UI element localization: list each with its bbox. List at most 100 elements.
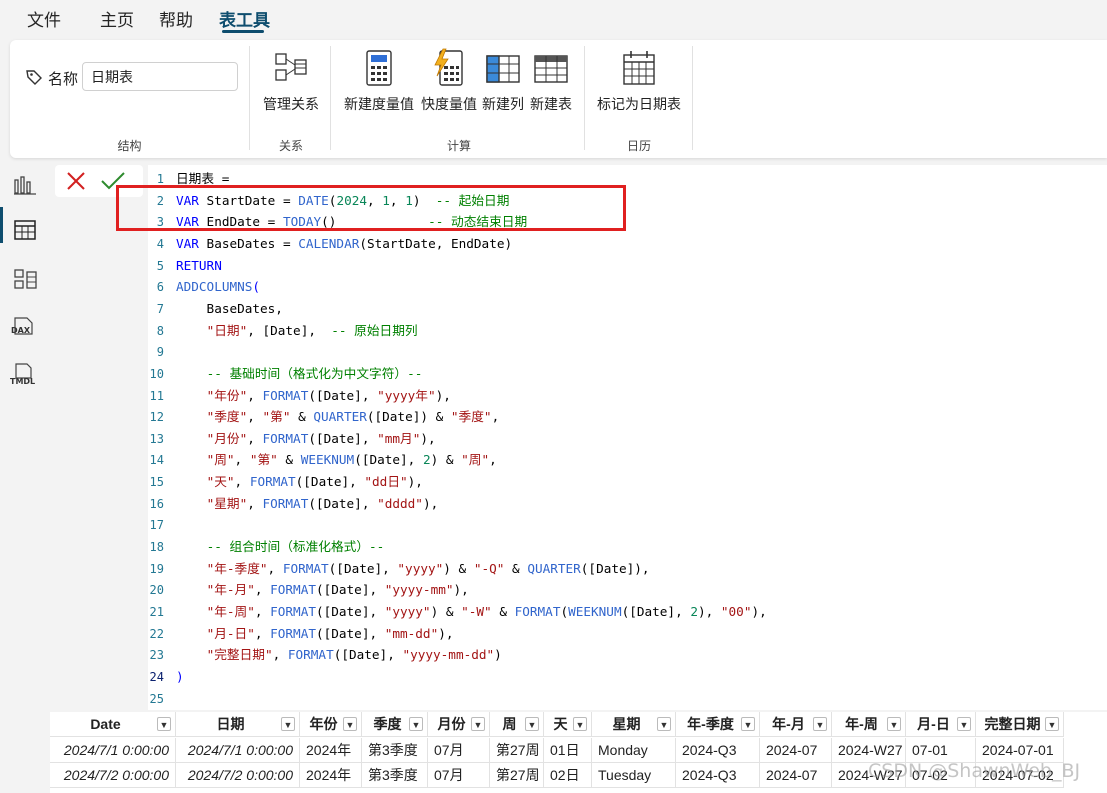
code-line[interactable]: 12 "季度", "第" & QUARTER([Date]) & "季度", (148, 407, 1098, 427)
menu-tab-help[interactable]: 帮助 (159, 6, 193, 31)
group-label-calc: 计算 (446, 139, 471, 153)
new-table-button[interactable]: 新建表 (526, 48, 576, 114)
column-filter-dropdown-icon[interactable]: ▼ (471, 717, 485, 731)
column-filter-dropdown-icon[interactable]: ▼ (573, 717, 587, 731)
column-header[interactable]: 完整日期 ▼ (976, 712, 1064, 737)
code-text: -- 组合时间（标准化格式）-- (176, 537, 385, 557)
code-line[interactable]: 25 (148, 689, 1098, 709)
column-filter-dropdown-icon[interactable]: ▼ (343, 717, 357, 731)
code-token: , (254, 582, 271, 598)
code-line[interactable]: 13 "月份", FORMAT([Date], "mm月"), (148, 429, 1098, 449)
code-line[interactable]: 8 "日期", [Date], -- 原始日期列 (148, 321, 1098, 341)
code-line[interactable]: 5 RETURN (148, 256, 1098, 276)
code-token: ([Date]) & (366, 409, 451, 425)
column-header[interactable]: Date ▼ (50, 712, 176, 737)
code-line[interactable]: 20 "年-月", FORMAT([Date], "yyyy-mm"), (148, 580, 1098, 600)
code-line[interactable]: 9 (148, 342, 1098, 362)
table-view-icon[interactable] (12, 217, 38, 243)
model-view-icon[interactable] (12, 266, 38, 292)
name-label: 名称 (48, 70, 79, 88)
code-token: "dddd" (377, 495, 423, 511)
cell-value: 07-01 (912, 742, 948, 758)
column-header[interactable]: 星期 ▼ (592, 712, 676, 737)
column-header[interactable]: 月份 ▼ (428, 712, 490, 737)
menu-tab-home[interactable]: 主页 (100, 6, 134, 31)
manage-relations-button[interactable]: 管理关系 (260, 48, 322, 114)
column-filter-dropdown-icon[interactable]: ▼ (813, 717, 827, 731)
column-header[interactable]: 季度 ▼ (362, 712, 428, 737)
column-filter-dropdown-icon[interactable]: ▼ (741, 717, 755, 731)
code-token: "月份" (206, 430, 248, 446)
column-filter-dropdown-icon[interactable]: ▼ (657, 717, 671, 731)
code-token: ADDCOLUMNS (176, 279, 253, 295)
code-text: ) (176, 667, 184, 687)
mark-date-table-button[interactable]: 标记为日期表 (594, 48, 684, 114)
column-header[interactable]: 周 ▼ (490, 712, 544, 737)
code-line[interactable]: 22 "月-日", FORMAT([Date], "mm-dd"), (148, 624, 1098, 644)
code-line[interactable]: 19 "年-季度", FORMAT([Date], "yyyy") & "-Q"… (148, 559, 1098, 579)
column-filter-dropdown-icon[interactable]: ▼ (409, 717, 423, 731)
column-header[interactable]: 日期 ▼ (176, 712, 300, 737)
column-header[interactable]: 年-月 ▼ (760, 712, 832, 737)
line-number: 7 (156, 301, 164, 316)
column-filter-dropdown-icon[interactable]: ▼ (157, 717, 171, 731)
code-line[interactable]: 4 VAR BaseDates = CALENDAR(StartDate, End… (148, 234, 1098, 254)
table-name-input[interactable] (82, 62, 238, 91)
cancel-x-icon[interactable] (65, 170, 87, 192)
new-table-icon (534, 55, 568, 83)
code-line[interactable]: 17 (148, 515, 1098, 535)
cell-value: 2024/7/2 0:00:00 (63, 767, 169, 783)
code-token: FORMAT (270, 582, 316, 598)
column-filter-dropdown-icon[interactable]: ▼ (1045, 717, 1059, 731)
new-column-button[interactable]: 新建列 (478, 48, 528, 114)
code-line[interactable]: 15 "天", FORMAT([Date], "dd日"), (148, 472, 1098, 492)
code-token: ), (751, 604, 767, 619)
column-header[interactable]: 年份 ▼ (300, 712, 362, 737)
column-header-label: 年-季度 (687, 716, 734, 732)
new-measure-button[interactable]: 新建度量值 (342, 48, 416, 114)
code-line[interactable]: 21 "年-周", FORMAT([Date], "yyyy") & "-W" … (148, 602, 1098, 622)
column-header-label: 周 (502, 716, 517, 732)
line-number: 8 (156, 323, 164, 338)
column-header[interactable]: 天 ▼ (544, 712, 592, 737)
tmdl-view[interactable]: TMDL (10, 363, 40, 389)
grid-cell: 2024-07 (760, 763, 832, 788)
highlight-box (116, 185, 626, 231)
column-filter-dropdown-icon[interactable]: ▼ (957, 717, 971, 731)
grid-cell: 07月 (428, 738, 490, 763)
column-filter-dropdown-icon[interactable]: ▼ (525, 717, 539, 731)
line-number: 4 (156, 236, 164, 251)
code-token: ( (252, 279, 261, 295)
code-line[interactable]: 24) (148, 667, 1098, 687)
line-number: 22 (149, 626, 164, 641)
menu-tab-file[interactable]: 文件 (27, 6, 61, 31)
ribbon: 名称 结构 管理关系 关系 新建度量值 快度量值 (10, 40, 1107, 158)
column-header[interactable]: 年-周 ▼ (832, 712, 906, 737)
code-token: "-W" (461, 604, 492, 619)
code-line[interactable]: 6 ADDCOLUMNS( (148, 277, 1098, 297)
code-line[interactable]: 7 BaseDates, (148, 299, 1098, 319)
menu-tab-table-tools[interactable]: 表工具 (219, 6, 270, 31)
code-line[interactable]: 14 "周", "第" & WEEKNUM([Date], 2) & "周", (148, 450, 1098, 470)
quick-measure-label: 快度量值 (421, 97, 477, 113)
code-line[interactable]: 23 "完整日期", FORMAT([Date], "yyyy-mm-dd") (148, 645, 1098, 665)
code-line[interactable]: 10 -- 基础时间（格式化为中文字符）-- (148, 364, 1098, 384)
line-number: 6 (156, 280, 164, 295)
code-line[interactable]: 18 -- 组合时间（标准化格式）-- (148, 537, 1098, 557)
code-line[interactable]: 11 "年份", FORMAT([Date], "yyyy年"), (148, 386, 1098, 406)
column-filter-dropdown-icon[interactable]: ▼ (281, 717, 295, 731)
column-filter-dropdown-icon[interactable]: ▼ (887, 717, 901, 731)
code-token: FORMAT (249, 474, 296, 490)
dax-query-view[interactable]: DAX (10, 316, 40, 342)
cell-value: 07月 (434, 742, 464, 758)
dax-formula-editor[interactable]: 1 日期表 = 2 VAR StartDate = DATE(2024, 1, 1) … (148, 165, 1107, 710)
column-header[interactable]: 年-季度 ▼ (676, 712, 760, 737)
quick-measure-button[interactable]: 快度量值 (418, 48, 480, 114)
code-token: "yyyy" (397, 560, 444, 576)
code-token: VAR (176, 235, 199, 251)
code-line[interactable]: 16 "星期", FORMAT([Date], "dddd"), (148, 494, 1098, 514)
code-token: "第" (249, 452, 278, 468)
report-view-icon[interactable] (12, 172, 38, 198)
column-header[interactable]: 月-日 ▼ (906, 712, 976, 737)
line-number: 21 (149, 605, 164, 619)
